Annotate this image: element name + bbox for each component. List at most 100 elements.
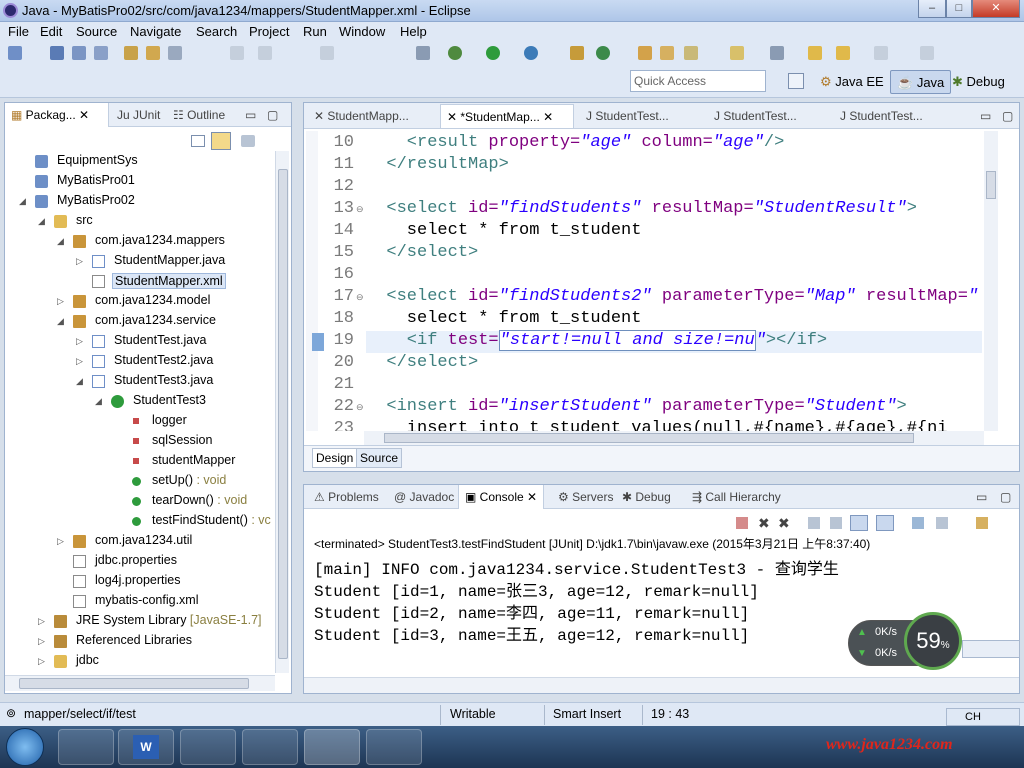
- collapsed-icon[interactable]: ▷: [57, 536, 64, 547]
- save-icon[interactable]: [50, 46, 64, 60]
- expanded-icon[interactable]: ◢: [76, 376, 83, 387]
- back-icon[interactable]: [808, 46, 822, 60]
- ime-toolbar[interactable]: [962, 640, 1020, 658]
- tree-item[interactable]: ◢ StudentTest3: [5, 391, 273, 411]
- maximize-console-icon[interactable]: ▢: [994, 485, 1017, 509]
- menu-file[interactable]: File: [8, 24, 29, 39]
- editor-hscroll-thumb[interactable]: [384, 433, 914, 443]
- open-perspective-icon[interactable]: [920, 46, 934, 60]
- menu-help[interactable]: Help: [400, 24, 427, 39]
- tree-item[interactable]: ▷ StudentTest.java: [5, 331, 273, 351]
- tree-item[interactable]: ▷ com.java1234.model: [5, 291, 273, 311]
- tree-item[interactable]: log4j.properties: [5, 571, 273, 591]
- undo-icon[interactable]: [230, 46, 244, 60]
- tab-outline[interactable]: ☷ Outline: [167, 103, 231, 127]
- tree-item[interactable]: ◢ com.java1234.service: [5, 311, 273, 331]
- run-icon[interactable]: [486, 46, 500, 60]
- build-all-icon[interactable]: [146, 46, 160, 60]
- debug-icon[interactable]: [448, 46, 462, 60]
- tab-servers[interactable]: ⚙ Servers: [552, 485, 619, 509]
- memory-gauge[interactable]: 59%: [904, 612, 962, 670]
- quick-access-input[interactable]: Quick Access: [630, 70, 766, 92]
- editor-tab-1[interactable]: ✕ StudentMapp...: [308, 104, 434, 128]
- tab-problems[interactable]: ⚠ Problems: [308, 485, 385, 509]
- tree-item[interactable]: MyBatisPro01: [5, 171, 273, 191]
- pin-console-icon[interactable]: [912, 517, 924, 529]
- tree-vertical-scrollbar[interactable]: [275, 151, 289, 673]
- editor-tab-4[interactable]: J StudentTest...: [708, 104, 834, 128]
- collapsed-icon[interactable]: ▷: [38, 656, 45, 667]
- skip-breakpoints-icon[interactable]: [416, 46, 430, 60]
- menu-run[interactable]: Run: [303, 24, 327, 39]
- expanded-icon[interactable]: ◢: [57, 236, 64, 247]
- collapsed-icon[interactable]: ▷: [57, 296, 64, 307]
- expanded-icon[interactable]: ◢: [95, 396, 102, 407]
- menu-search[interactable]: Search: [196, 24, 237, 39]
- tree-item[interactable]: ▷ com.java1234.util: [5, 531, 273, 551]
- menu-navigate[interactable]: Navigate: [130, 24, 181, 39]
- pin-icon[interactable]: [770, 46, 784, 60]
- tab-javadoc[interactable]: @ Javadoc: [388, 485, 460, 509]
- tab-junit[interactable]: Ju JUnit: [111, 103, 166, 127]
- menu-window[interactable]: Window: [339, 24, 385, 39]
- tree-item[interactable]: ▷ jdbc: [5, 651, 273, 671]
- maximize-editor-icon[interactable]: ▢: [996, 104, 1019, 128]
- close-tab-icon[interactable]: ✕: [79, 108, 89, 122]
- collapsed-icon[interactable]: ▷: [38, 636, 45, 647]
- fold-icon[interactable]: ⊖: [356, 402, 364, 413]
- perspective-java[interactable]: ☕ Java: [890, 70, 952, 94]
- open-task-icon[interactable]: [660, 46, 674, 60]
- collapse-all-icon[interactable]: [191, 135, 205, 147]
- close-tab-icon[interactable]: ✕: [527, 490, 537, 504]
- new-server-icon[interactable]: [570, 46, 584, 60]
- menu-source[interactable]: Source: [76, 24, 117, 39]
- tree-item[interactable]: StudentMapper.xml: [5, 271, 273, 291]
- editor-scroll-thumb[interactable]: [986, 171, 996, 199]
- collapsed-icon[interactable]: ▷: [76, 356, 83, 367]
- tree-item[interactable]: setUp() : void: [5, 471, 273, 491]
- tree-item[interactable]: EquipmentSys: [5, 151, 273, 171]
- minimize-panel-icon[interactable]: ▭: [239, 103, 262, 127]
- editor-horizontal-scrollbar[interactable]: [364, 431, 984, 445]
- code-area[interactable]: 10 <result property="age" column="age"/>…: [304, 131, 982, 431]
- tab-source[interactable]: Source: [356, 448, 403, 468]
- tree-item[interactable]: ◢ com.java1234.mappers: [5, 231, 273, 251]
- menu-edit[interactable]: Edit: [40, 24, 62, 39]
- collapsed-icon[interactable]: ▷: [76, 256, 83, 267]
- refresh-icon[interactable]: [596, 46, 610, 60]
- taskbar-app-wps[interactable]: W: [118, 729, 174, 765]
- maximize-button[interactable]: □: [946, 0, 972, 18]
- tree-item[interactable]: jdbc.properties: [5, 551, 273, 571]
- console-horizontal-scrollbar[interactable]: [304, 677, 1019, 693]
- tab-design[interactable]: Design: [312, 448, 358, 468]
- editor-tab-3[interactable]: J StudentTest...: [580, 104, 706, 128]
- open-console-icon[interactable]: [976, 517, 988, 529]
- tree-item[interactable]: mybatis-config.xml: [5, 591, 273, 611]
- tab-call-hierarchy[interactable]: ⇶ Call Hierarchy: [686, 485, 787, 509]
- editor-tab-2-active[interactable]: ✕ *StudentMap... ✕: [440, 104, 574, 128]
- new-icon[interactable]: [8, 46, 22, 60]
- tree-item[interactable]: sqlSession: [5, 431, 273, 451]
- taskbar-app-mysql[interactable]: [366, 729, 422, 765]
- view-menu-icon[interactable]: [241, 135, 255, 147]
- perspective-debug[interactable]: ✱ Debug: [946, 70, 1011, 94]
- close-button[interactable]: ✕: [972, 0, 1020, 18]
- terminate-icon[interactable]: [736, 517, 748, 529]
- remove-launch-icon[interactable]: ✖: [758, 515, 770, 532]
- open-perspective-button[interactable]: [788, 73, 804, 89]
- tree-item[interactable]: studentMapper: [5, 451, 273, 471]
- remove-all-icon[interactable]: ✖: [778, 515, 790, 532]
- taskbar-app-pinwheel[interactable]: [58, 729, 114, 765]
- editor-vertical-scrollbar[interactable]: [984, 131, 998, 431]
- tree-item[interactable]: ◢ src: [5, 211, 273, 231]
- fold-icon[interactable]: ⊖: [356, 292, 364, 303]
- menu-project[interactable]: Project: [249, 24, 289, 39]
- taskbar-app-eclipse[interactable]: [304, 729, 360, 765]
- tree-item[interactable]: ▷ Referenced Libraries: [5, 631, 273, 651]
- tree-item[interactable]: ▷ StudentMapper.java: [5, 251, 273, 271]
- annotation-icon[interactable]: [730, 46, 744, 60]
- collapsed-icon[interactable]: ▷: [76, 336, 83, 347]
- editor-tab-5[interactable]: J StudentTest...: [834, 104, 960, 128]
- clear-console-icon[interactable]: [808, 517, 820, 529]
- coverage-icon[interactable]: [524, 46, 538, 60]
